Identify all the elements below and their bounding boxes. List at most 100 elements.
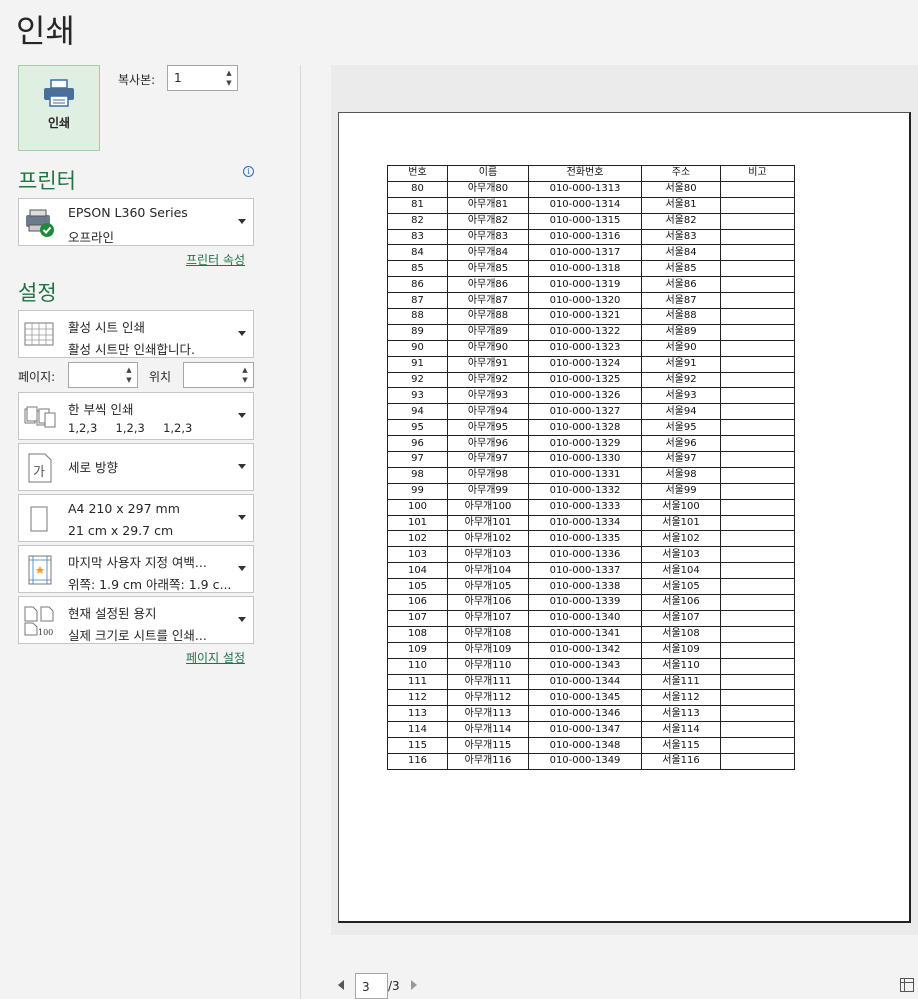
table-cell: 서울109 [641,641,721,659]
chevron-down-icon [238,464,246,469]
table-row: 87 아무개87 010-000-1320 서울87 [387,292,795,310]
table-cell [720,482,795,500]
table-cell: 아무개91 [447,355,529,373]
table-cell: 010-000-1332 [528,482,642,500]
scaling-icon: 100 [24,606,54,637]
pages-from-spin-arrows[interactable]: ▲ ▼ [124,365,134,385]
table-cell: 아무개116 [447,752,529,770]
info-icon[interactable]: i [243,166,254,177]
table-row: 107 아무개107 010-000-1340 서울107 [387,609,795,627]
pages-from-input[interactable]: ▲ ▼ [68,362,138,388]
table-cell: 010-000-1343 [528,657,642,675]
next-page-icon[interactable] [411,980,417,990]
table-header-row: 번호 이름 전화번호 주소 비고 [387,165,795,182]
column-header: 주소 [641,165,721,182]
table-cell: 서울91 [641,355,721,373]
table-cell: 서울114 [641,721,721,739]
table-cell: 109 [387,641,448,659]
show-margins-icon[interactable] [900,978,914,992]
portrait-icon: 가 [28,453,52,483]
total-pages: /3 [388,979,400,993]
table-cell: 010-000-1340 [528,609,642,627]
table-row: 97 아무개97 010-000-1330 서울97 [387,451,795,468]
copies-label: 복사본: [118,73,156,87]
pages-to-spin-arrows[interactable]: ▲ ▼ [240,365,250,385]
table-row: 83 아무개83 010-000-1316 서울83 [387,228,795,246]
table-cell: 서울111 [641,673,721,691]
table-cell: 114 [387,721,448,739]
pages-to-input[interactable]: ▲ ▼ [183,362,254,388]
table-row: 108 아무개108 010-000-1341 서울108 [387,625,795,643]
scaling-select[interactable]: 100 현재 설정된 용지 실제 크기로 시트를 인쇄... [18,596,254,644]
table-cell: 010-000-1345 [528,689,642,707]
orientation-select[interactable]: 가 세로 방향 [18,443,254,491]
column-header: 비고 [720,165,795,182]
table-cell [720,625,795,643]
table-cell: 서울110 [641,657,721,675]
table-cell: 95 [387,419,448,437]
table-row: 96 아무개96 010-000-1329 서울96 [387,435,795,453]
chevron-down-icon [238,515,246,520]
current-page-input[interactable]: 3 [355,973,388,999]
copies-spin-arrows[interactable]: ▲ ▼ [224,68,234,88]
margins-title: 마지막 사용자 지정 여백... [68,555,207,570]
table-cell: 010-000-1318 [528,260,642,278]
table-cell [720,466,795,484]
margins-select[interactable]: 마지막 사용자 지정 여백... 위쪽: 1.9 cm 아래쪽: 1.9 c..… [18,545,254,593]
collate-select[interactable]: 한 부씩 인쇄 1,2,3 1,2,3 1,2,3 [18,392,254,440]
pages-label: 페이지: [18,370,56,384]
table-cell [720,514,795,532]
table-cell: 104 [387,562,448,580]
table-cell: 서울89 [641,323,721,341]
table-cell [720,657,795,675]
table-row: 115 아무개115 010-000-1348 서울115 [387,737,795,754]
collate-desc: 1,2,3 1,2,3 1,2,3 [68,421,193,435]
column-header: 번호 [387,165,448,182]
printer-select[interactable]: EPSON L360 Series 오프라인 [18,198,254,246]
table-cell: 서울112 [641,689,721,707]
table-cell: 80 [387,180,448,198]
table-cell: 아무개98 [447,466,529,484]
table-cell: 아무개84 [447,244,529,262]
table-cell: 아무개112 [447,689,529,707]
table-cell: 아무개103 [447,546,529,564]
table-cell: 서울90 [641,339,721,357]
table-cell [720,689,795,707]
table-cell: 서울107 [641,609,721,627]
table-cell: 아무개80 [447,180,529,198]
table-cell: 서울100 [641,498,721,516]
print-button[interactable]: 인쇄 [18,65,100,151]
table-cell: 아무개114 [447,721,529,739]
current-page-value: 3 [362,980,370,994]
print-scope-select[interactable]: 활성 시트 인쇄 활성 시트만 인쇄합니다. [18,310,254,358]
table-cell [720,705,795,723]
table-cell: 아무개96 [447,435,529,453]
chevron-down-icon [238,566,246,571]
table-cell: 010-000-1313 [528,180,642,198]
table-cell [720,371,795,389]
prev-page-icon[interactable] [338,980,344,990]
print-button-label: 인쇄 [47,116,71,130]
table-cell: 010-000-1347 [528,721,642,739]
table-cell: 아무개102 [447,530,529,548]
page-setup-link[interactable]: 페이지 설정 [186,649,245,666]
table-cell: 010-000-1342 [528,641,642,659]
table-cell: 서울95 [641,419,721,437]
printer-heading: 프린터 [18,169,76,193]
table-cell: 서울87 [641,292,721,310]
table-cell: 서울98 [641,466,721,484]
table-cell: 010-000-1319 [528,276,642,294]
table-cell: 010-000-1330 [528,451,642,468]
printer-properties-link[interactable]: 프린터 속성 [186,251,245,268]
settings-heading: 설정 [18,281,57,305]
table-cell: 서울86 [641,276,721,294]
paper-size-select[interactable]: A4 210 x 297 mm 21 cm x 29.7 cm [18,494,254,542]
copies-value: 1 [174,71,182,85]
table-cell: 105 [387,578,448,596]
table-cell [720,308,795,325]
table-cell: 서울81 [641,196,721,214]
table-cell [720,403,795,421]
copies-input[interactable]: 1 ▲ ▼ [167,65,238,91]
table-cell: 서울102 [641,530,721,548]
table-row: 98 아무개98 010-000-1331 서울98 [387,466,795,484]
